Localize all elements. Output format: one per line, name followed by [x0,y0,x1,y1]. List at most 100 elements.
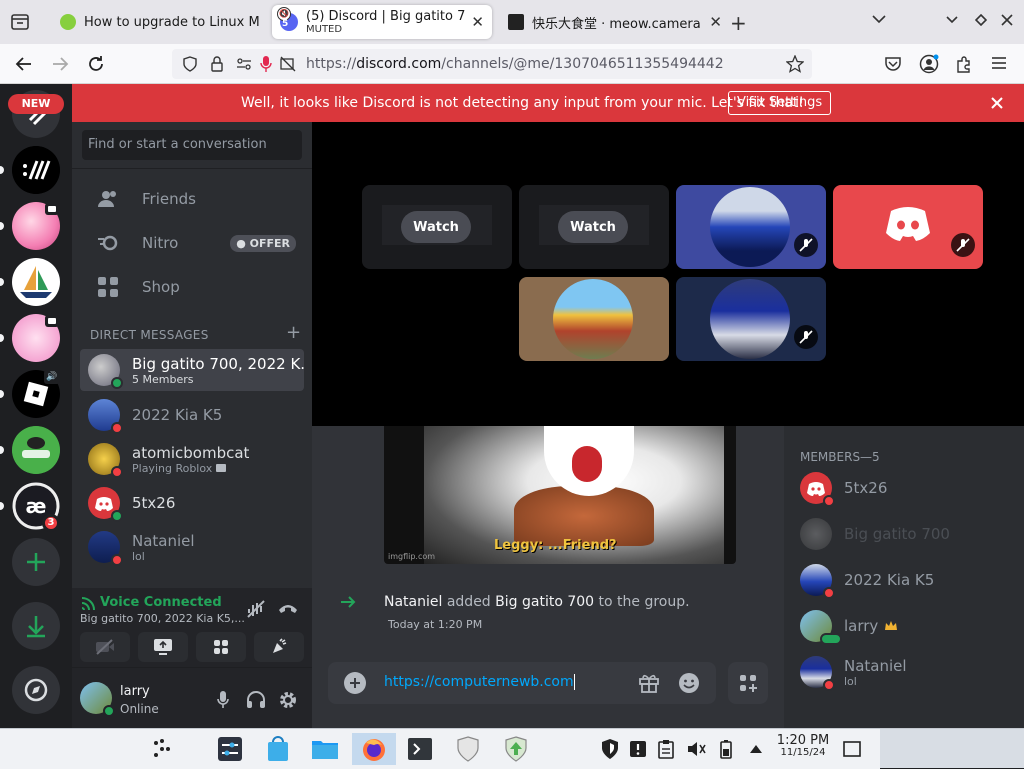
shop-icon [92,276,124,298]
nav-shop[interactable]: Shop [80,266,304,308]
nav-nitro[interactable]: Nitro ● OFFER [80,222,304,264]
participant-avatar [710,187,790,267]
discover-button[interactable] [12,666,60,714]
activities-button[interactable] [196,632,246,662]
tab-linux-upgrade[interactable]: How to upgrade to Linux M [52,5,268,39]
back-icon[interactable] [12,52,36,76]
disconnect-icon[interactable] [278,602,298,614]
emoji-icon[interactable] [678,672,700,694]
bookmark-star-icon[interactable] [786,55,804,73]
autoplay-blocked-icon[interactable] [280,56,296,72]
close-tab-icon[interactable]: ✕ [709,13,722,31]
list-tabs-icon[interactable] [872,14,886,24]
stream-tile-2[interactable]: Watch [519,185,669,269]
tray-volume-muted-icon[interactable] [680,733,712,765]
server-icon-slash[interactable] [12,146,60,194]
tab-meow-camera[interactable]: 快乐大食堂 · meow.camera ✕ [500,5,730,39]
headphones-icon[interactable] [246,691,266,709]
member-big-gatito[interactable]: Big gatito 700 [800,514,950,554]
attach-plus-icon[interactable] [344,672,366,694]
participant-tile-nataniel[interactable] [676,277,826,361]
server-unread-pip [0,166,4,174]
microphone-icon[interactable] [216,690,230,710]
dm-atomicbombcat[interactable]: atomicbombcat Playing Roblox [80,438,304,480]
gift-icon[interactable] [638,673,660,693]
new-tab-icon[interactable]: + [730,11,747,35]
message-input[interactable]: https://computernewb.com [384,674,575,690]
minimize-icon[interactable] [946,16,958,24]
software-center-icon[interactable] [262,733,294,765]
clock[interactable]: 1:20 PM 11/15/24 [776,734,830,759]
nav-friends[interactable]: Friends [80,178,304,220]
voice-channel-name[interactable]: Big gatito 700, 2022 Kia K5,... [80,612,245,625]
apps-button[interactable] [728,662,768,704]
pocket-icon[interactable] [884,55,902,73]
user-name[interactable]: larry [120,684,150,699]
tray-clipboard-icon[interactable] [650,733,682,765]
clock-date: 11/15/24 [780,747,826,758]
dm-nataniel[interactable]: Nataniel lol [80,526,304,568]
server-icon-vegans[interactable] [12,426,60,474]
soundboard-button[interactable] [254,632,304,662]
member-5tx26[interactable]: 5tx26 [800,468,887,508]
reload-icon[interactable] [84,52,108,76]
participant-tile-atomicbombcat[interactable] [519,277,669,361]
file-manager-icon[interactable] [309,733,341,765]
url-bar[interactable]: https://discord.com/channels/@me/1307046… [172,49,812,79]
terminal-icon[interactable] [404,733,436,765]
dm-kia-k5[interactable]: 2022 Kia K5 [80,394,304,436]
stream-tile-1[interactable]: Watch [362,185,512,269]
firefox-taskbar-icon[interactable] [352,733,396,765]
show-desktop-icon[interactable] [836,733,868,765]
microphone-permission-icon[interactable] [260,55,272,73]
visit-settings-button[interactable]: Visit Settings [728,91,832,115]
camera-off-button[interactable] [80,632,130,662]
dm-5tx26[interactable]: 5tx26 [80,482,304,524]
participant-tile-kia[interactable] [676,185,826,269]
tab-overview-icon[interactable] [10,12,30,32]
watch-stream-button[interactable]: Watch [401,211,471,243]
add-server-button[interactable] [12,538,60,586]
tab-discord[interactable]: 🔇 5 (5) Discord | Big gatito 700 MUTED ✕ [272,5,492,39]
user-avatar[interactable] [80,682,115,717]
watch-stream-button[interactable]: Watch [558,211,628,243]
permissions-icon[interactable] [236,57,252,71]
forward-icon[interactable] [48,52,72,76]
update-manager-icon[interactable] [500,733,532,765]
tracking-protection-icon[interactable] [182,56,198,72]
tray-expand-icon[interactable] [740,733,772,765]
system-target[interactable]: Big gatito 700 [495,594,594,610]
dm-sub: lol [132,549,145,563]
participant-tile-5tx26[interactable] [833,185,983,269]
voice-status[interactable]: Voice Connected [80,595,222,610]
mention-badge: 3 [42,514,60,532]
system-actor[interactable]: Nataniel [384,594,442,610]
screen-share-button[interactable] [138,632,188,662]
security-shield-icon[interactable] [452,733,484,765]
chat-area: Leggy: ...Friend? imgflip.com Nataniel a… [312,426,784,728]
lock-icon[interactable] [210,56,224,72]
member-kia-k5[interactable]: 2022 Kia K5 [800,560,934,600]
member-larry[interactable]: larry [800,606,898,646]
create-dm-icon[interactable]: + [286,322,301,343]
settings-gear-icon[interactable] [278,690,298,710]
search-conversation-input[interactable]: Find or start a conversation [82,130,302,160]
system-settings-icon[interactable] [214,733,246,765]
close-window-icon[interactable] [1001,14,1013,26]
account-icon[interactable] [919,54,939,74]
download-apps-button[interactable] [12,602,60,650]
os-taskbar: 1:20 PM 11/15/24 [0,728,1024,769]
server-icon-sailboat[interactable] [12,258,60,306]
app-launcher-icon[interactable] [146,733,178,765]
dm-group-big-gatito[interactable]: Big gatito 700, 2022 K... 5 Members [80,349,304,391]
menu-icon[interactable] [991,56,1007,70]
close-tab-icon[interactable]: ✕ [471,13,484,31]
tray-battery-icon[interactable] [710,733,742,765]
extensions-icon[interactable] [955,55,973,73]
close-banner-icon[interactable] [990,96,1004,110]
dm-name: atomicbombcat [132,443,250,462]
member-nataniel[interactable]: Nataniel lol [800,652,907,692]
noise-suppression-icon[interactable] [246,600,266,618]
meme-image[interactable]: Leggy: ...Friend? imgflip.com [384,426,736,564]
maximize-icon[interactable] [975,14,987,26]
